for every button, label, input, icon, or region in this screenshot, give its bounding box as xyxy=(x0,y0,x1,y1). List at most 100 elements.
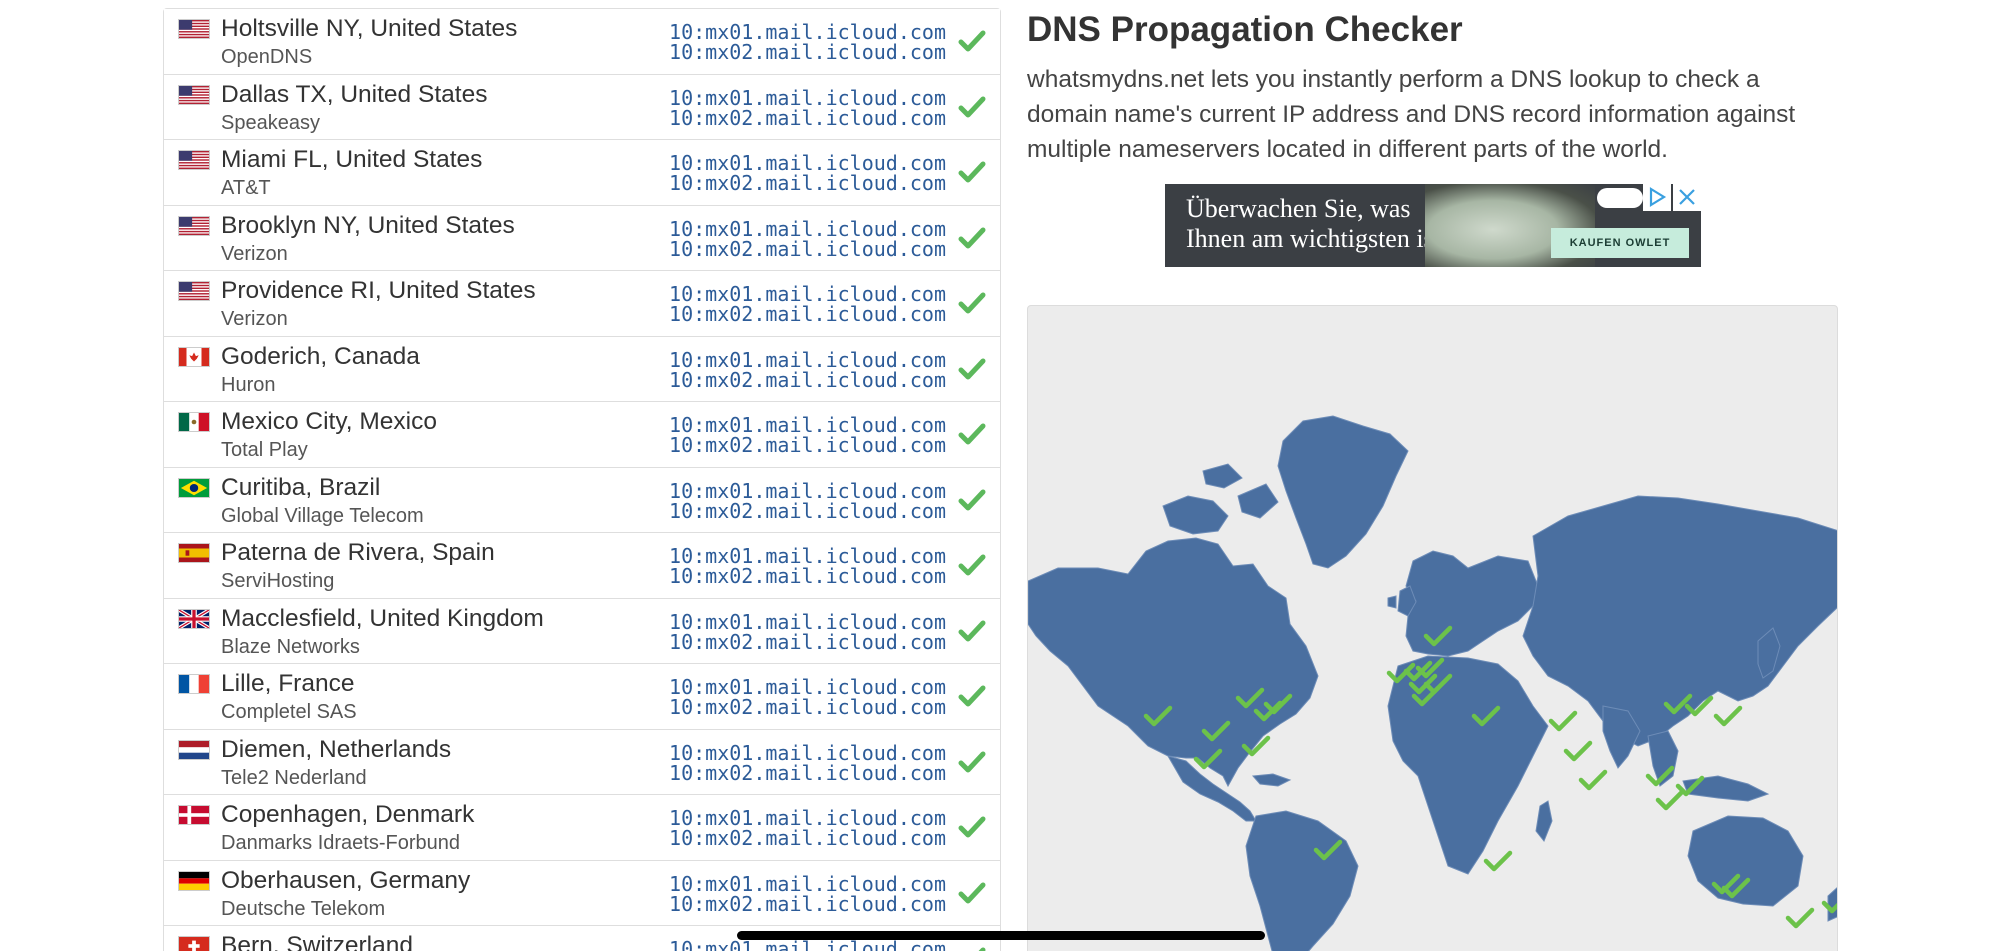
result-provider: Verizon xyxy=(221,242,288,265)
result-record: 10:mx02.mail.icloud.com xyxy=(669,171,946,195)
result-row[interactable]: Oberhausen, Germany Deutsche Telekom 10:mx… xyxy=(164,860,1000,926)
result-record: 10:mx01.mail.icloud.com xyxy=(669,740,946,765)
result-row[interactable]: Mexico City, Mexico Total Play 10:mx01.mai… xyxy=(164,402,1000,468)
adchoices-icon[interactable] xyxy=(1643,184,1671,211)
result-record: 10:mx02.mail.icloud.com xyxy=(669,105,946,130)
result-records: 10:mx01.mail.icloud.com 10:mx02.mail.iclo… xyxy=(669,743,946,783)
result-location: Macclesfield, United Kingdom xyxy=(221,604,544,632)
result-record: 10:mx01.mail.icloud.com xyxy=(669,544,946,568)
ad-cta-button[interactable]: KAUFEN OWLET xyxy=(1551,228,1689,258)
flag-us-icon xyxy=(178,84,210,105)
landmass-europe xyxy=(1405,550,1539,657)
result-record: 10:mx02.mail.icloud.com xyxy=(669,302,946,326)
home-indicator[interactable] xyxy=(737,931,1265,940)
result-provider: Speakeasy xyxy=(221,111,320,134)
map-check-marker xyxy=(1563,740,1593,762)
result-row[interactable]: Miami FL, United States AT&T 10:mx01.mail.… xyxy=(164,140,1000,206)
flag-es-icon xyxy=(178,543,210,563)
result-records: 10:mx01.mail.icloud.com 10:mx02.mail.iclo… xyxy=(669,481,946,521)
result-row[interactable]: Dallas TX, United States Speakeasy 10:mx01… xyxy=(164,74,1000,140)
ad-brand-logo xyxy=(1597,188,1643,208)
result-row[interactable]: Lille, France Completel SAS 10:mx01.mail.i… xyxy=(164,664,1000,730)
result-provider: Huron xyxy=(221,373,276,396)
result-row[interactable]: Holtsville NY, United States OpenDNS 10:mx… xyxy=(164,9,1000,75)
result-provider: Total Play xyxy=(221,439,308,461)
result-provider: Completel SAS xyxy=(221,701,357,723)
world-map-graphic xyxy=(1028,415,1837,951)
result-record: 10:mx02.mail.icloud.com xyxy=(669,826,946,850)
result-records: 10:mx01.mail.icloud.com 10:mx02.mail.iclo… xyxy=(669,88,946,128)
landmass-africa xyxy=(1387,655,1549,875)
flag-de-icon xyxy=(178,870,210,891)
result-records: 10:mx01.mail.icloud.com 10:mx02.mail.iclo… xyxy=(669,219,946,259)
result-record: 10:mx02.mail.icloud.com xyxy=(669,40,946,64)
result-provider: Verizon xyxy=(221,308,288,330)
flag-fr-icon xyxy=(178,674,210,694)
result-location: Oberhausen, Germany xyxy=(221,866,471,894)
result-record: 10:mx01.mail.icloud.com xyxy=(669,85,946,110)
result-records: 10:mx01.mail.icloud.com 10:mx02.mail.iclo… xyxy=(669,153,946,193)
check-icon xyxy=(958,488,986,512)
result-row[interactable]: Diemen, Netherlands Tele2 Nederland 10:mx0… xyxy=(164,729,1000,795)
check-icon xyxy=(958,684,986,708)
result-provider: AT&T xyxy=(221,177,271,199)
world-map[interactable] xyxy=(1027,305,1838,951)
result-location: Curitiba, Brazil xyxy=(221,473,381,501)
result-location: Mexico City, Mexico xyxy=(221,408,438,435)
result-record: 10:mx02.mail.icloud.com xyxy=(669,433,946,457)
result-record: 10:mx01.mail.icloud.com xyxy=(669,20,946,44)
flag-mx-icon xyxy=(178,412,210,432)
result-records: 10:mx01.mail.icloud.com 10:mx02.mail.iclo… xyxy=(669,874,946,914)
flag-us-icon xyxy=(178,215,210,236)
result-record: 10:mx01.mail.icloud.com xyxy=(669,675,946,699)
landmass-caribbean xyxy=(1251,773,1292,787)
result-record: 10:mx02.mail.icloud.com xyxy=(669,498,946,523)
result-location: Dallas TX, United States xyxy=(221,80,488,108)
result-location: Paterna de Rivera, Spain xyxy=(221,539,495,566)
map-check-marker xyxy=(1578,769,1608,791)
flag-dk-icon xyxy=(178,805,210,825)
flag-us-icon xyxy=(178,150,210,170)
result-record: 10:mx02.mail.icloud.com xyxy=(669,629,946,654)
result-record: 10:mx01.mail.icloud.com xyxy=(669,413,946,437)
result-row[interactable]: Curitiba, Brazil Global Village Telecom 10… xyxy=(164,467,1000,533)
result-row[interactable]: Brooklyn NY, United States Verizon 10:mx01… xyxy=(164,205,1000,271)
check-icon xyxy=(958,160,986,184)
result-records: 10:mx01.mail.icloud.com 10:mx02.mail.iclo… xyxy=(669,415,946,455)
result-provider: OpenDNS xyxy=(221,46,313,68)
result-record: 10:mx01.mail.icloud.com xyxy=(669,478,946,503)
ad-headline: Überwachen Sie, was Ihnen am wichtigsten… xyxy=(1186,194,1441,253)
result-record: 10:mx02.mail.icloud.com xyxy=(669,236,946,261)
result-row[interactable]: Macclesfield, United Kingdom Blaze Networ… xyxy=(164,598,1000,664)
flag-ca-icon xyxy=(178,346,210,367)
result-provider: Deutsche Telekom xyxy=(221,897,386,920)
close-icon[interactable] xyxy=(1673,184,1701,211)
flag-br-icon xyxy=(178,477,210,498)
flag-ch-icon xyxy=(178,936,210,951)
landmass-arctic-islands xyxy=(1162,463,1279,535)
advertisement-banner[interactable]: Überwachen Sie, was Ihnen am wichtigsten… xyxy=(1165,184,1701,267)
result-record: 10:mx01.mail.icloud.com xyxy=(669,871,946,896)
result-row[interactable]: Copenhagen, Denmark Danmarks Idraets-Forb… xyxy=(164,795,1000,861)
check-icon xyxy=(958,750,986,774)
result-row[interactable]: Providence RI, United States Verizon 10:mx… xyxy=(164,271,1000,337)
page-title: DNS Propagation Checker xyxy=(1027,10,1463,49)
result-records: 10:mx01.mail.icloud.com xyxy=(669,939,946,951)
check-icon xyxy=(958,226,986,250)
result-records: 10:mx01.mail.icloud.com 10:mx02.mail.iclo… xyxy=(669,808,946,848)
result-records: 10:mx01.mail.icloud.com 10:mx02.mail.iclo… xyxy=(669,612,946,652)
result-record: 10:mx01.mail.icloud.com xyxy=(669,937,946,951)
result-record: 10:mx02.mail.icloud.com xyxy=(669,760,946,785)
result-row[interactable]: Paterna de Rivera, Spain ServiHosting 10:m… xyxy=(164,533,1000,599)
result-location: Providence RI, United States xyxy=(221,277,536,304)
result-provider: Danmarks Idraets-Forbund xyxy=(221,832,460,854)
map-check-marker xyxy=(1785,907,1815,929)
result-row[interactable]: Goderich, Canada Huron 10:mx01.mail.icloud… xyxy=(164,336,1000,402)
page-description: whatsmydns.net lets you instantly perfor… xyxy=(1027,66,1796,163)
result-record: 10:mx02.mail.icloud.com xyxy=(669,367,946,392)
check-icon xyxy=(958,946,986,951)
check-icon xyxy=(958,357,986,381)
result-records: 10:mx01.mail.icloud.com 10:mx02.mail.iclo… xyxy=(669,350,946,390)
result-provider: Global Village Telecom xyxy=(221,504,424,527)
landmass-greenland xyxy=(1277,415,1409,569)
